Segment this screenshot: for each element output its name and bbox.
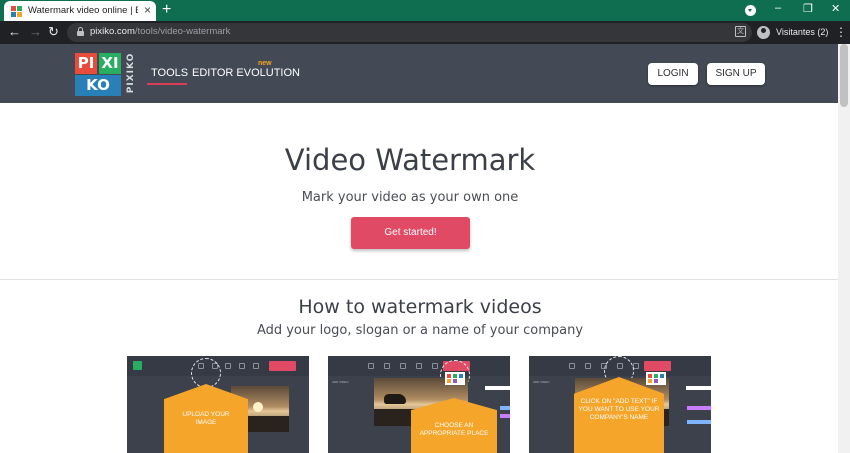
sidebar-label: ADD VIDEO	[332, 380, 349, 384]
nav-tools-active-indicator	[147, 83, 187, 85]
editor-mock-tool-icon	[239, 363, 245, 369]
tab-close-icon[interactable]: ×	[144, 3, 151, 17]
step-text: UPLOAD YOUR IMAGE	[182, 411, 230, 426]
sidebar-label: ADD VIDEO	[533, 380, 550, 384]
step-text: CHOOSE AN APPROPRIATE PLACE	[419, 422, 489, 437]
nav-tools[interactable]: TOOLS	[151, 67, 188, 79]
howto-subtitle: Add your logo, slogan or a name of your …	[256, 323, 584, 338]
login-button[interactable]: LOGIN	[648, 63, 698, 85]
nav-editor-evolution[interactable]: EDITOR EVOLUTION	[192, 67, 300, 79]
scrollbar-thumb[interactable]	[840, 44, 848, 107]
timeline-track	[686, 386, 711, 390]
watermark-logo-preview	[445, 372, 465, 385]
url-text: pixiko.com/tools/video-watermark	[90, 26, 230, 37]
browser-tab[interactable]: Watermark video online | Brand y ×	[4, 1, 156, 21]
editor-mock-tool-icon	[225, 363, 231, 369]
restore-icon[interactable]: ❐	[803, 2, 813, 15]
editor-mock-export-button	[644, 361, 671, 371]
highlight-circle	[191, 358, 221, 388]
page-scrollbar[interactable]	[838, 44, 850, 453]
get-started-button[interactable]: Get started!	[351, 217, 470, 249]
watermark-logo-preview	[646, 372, 666, 385]
back-icon[interactable]: ←	[8, 24, 21, 39]
lock-icon	[77, 27, 84, 36]
logo-tile-ko: KO	[75, 75, 121, 96]
url-path: /tools/video-watermark	[134, 26, 231, 37]
editor-mock-tool-icon	[400, 363, 406, 369]
timeline-track	[485, 386, 510, 390]
profile-label[interactable]: Visitantes (2)	[776, 27, 828, 37]
close-window-icon[interactable]: ✕	[831, 2, 840, 15]
page-title: Video Watermark	[284, 143, 536, 177]
editor-mock-tool-icon	[432, 363, 438, 369]
step-text: CLICK ON "ADD TEXT" IF YOU WANT TO USE Y…	[578, 398, 660, 421]
timeline-track	[687, 406, 711, 410]
step-card-add-text: ADD VIDEO CLICK ON "ADD TEXT" IF YOU WAN…	[529, 356, 711, 453]
logo-tile-xi: XI	[99, 53, 121, 74]
pixiko-logo[interactable]: PI XI KO PIXIKO	[75, 52, 137, 96]
editor-mock-tool-icon	[416, 363, 422, 369]
browser-toolbar: ← → ↻ pixiko.com/tools/video-watermark	[0, 21, 850, 44]
howto-title: How to watermark videos	[298, 296, 542, 318]
signup-button[interactable]: SIGN UP	[707, 63, 765, 85]
editor-mock-logo-icon	[133, 361, 142, 370]
editor-mock-tool-icon	[384, 363, 390, 369]
step-card-upload: UPLOAD YOUR IMAGE	[127, 356, 309, 453]
tab-search-icon[interactable]	[745, 5, 756, 16]
editor-mock-tool-icon	[569, 363, 575, 369]
section-divider	[0, 279, 838, 280]
translate-icon[interactable]: 文	[735, 26, 746, 37]
address-bar[interactable]: pixiko.com/tools/video-watermark	[67, 23, 752, 42]
step-card-place: ADD VIDEO CHOOSE AN APPROPRIATE PLACE	[328, 356, 510, 453]
logo-side-text: PIXIKO	[126, 52, 137, 94]
timeline-track	[500, 406, 510, 410]
editor-mock-tool-icon	[585, 363, 591, 369]
new-tab-icon[interactable]: +	[162, 1, 171, 19]
editor-mock-export-button	[269, 361, 296, 371]
pixiko-favicon-icon	[11, 6, 22, 17]
profile-avatar-icon[interactable]	[757, 26, 770, 39]
editor-mock-tool-icon	[368, 363, 374, 369]
logo-tile-pi: PI	[75, 53, 97, 74]
minimize-icon[interactable]: –	[775, 2, 781, 14]
forward-icon[interactable]: →	[29, 24, 42, 39]
reload-icon[interactable]: ↻	[48, 24, 59, 40]
url-host: pixiko.com	[90, 26, 135, 37]
page-subtitle: Mark your video as your own one	[301, 190, 519, 205]
editor-mock-tool-icon	[633, 363, 639, 369]
tab-title: Watermark video online | Brand y	[28, 5, 138, 16]
timeline-track	[500, 414, 510, 418]
browser-menu-icon[interactable]: ⋮	[835, 25, 847, 39]
new-badge: new	[258, 60, 272, 67]
editor-mock-tool-icon	[253, 363, 259, 369]
timeline-track	[687, 420, 711, 424]
